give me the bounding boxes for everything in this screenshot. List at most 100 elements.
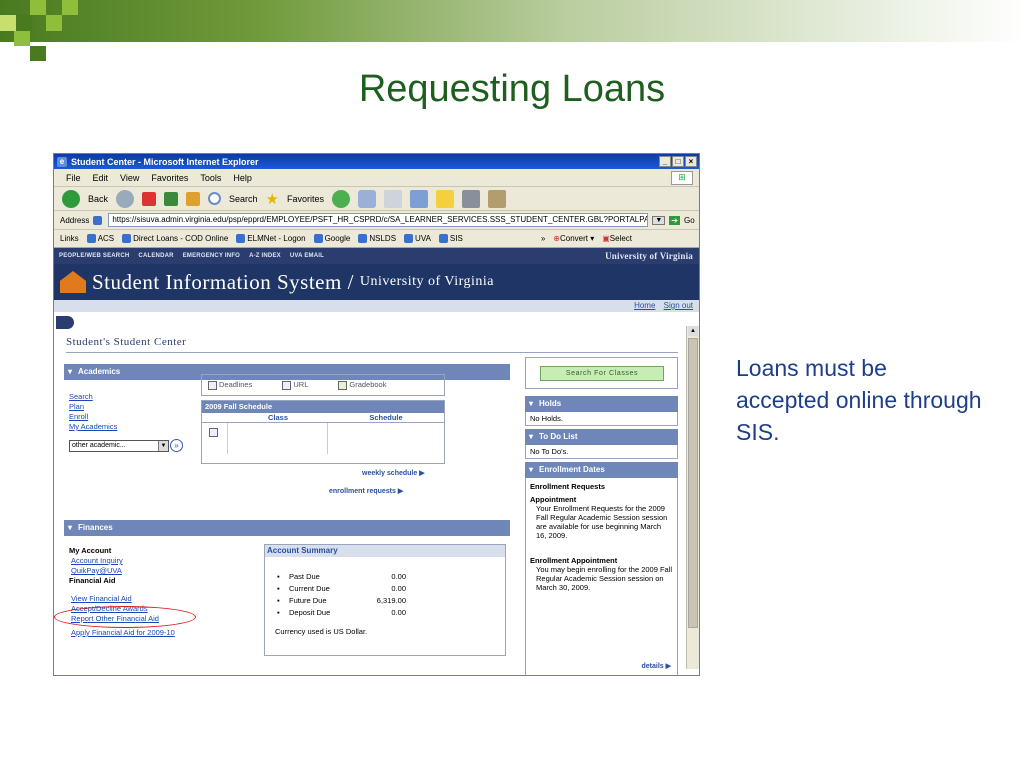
signout-link[interactable]: Sign out <box>664 301 693 310</box>
close-button[interactable]: × <box>685 156 697 167</box>
sis-title: Student Information System / <box>92 269 354 294</box>
discuss-icon[interactable] <box>436 189 455 208</box>
link-direct-loans[interactable]: Direct Loans - COD Online <box>122 234 228 244</box>
go-arrow-icon[interactable]: ➔ <box>669 215 680 225</box>
apply-financial-aid-link[interactable]: Apply Financial Aid for 2009-10 <box>71 628 175 638</box>
menu-file[interactable]: File <box>66 173 81 183</box>
summary-value: 0.00 <box>391 572 406 581</box>
holds-header[interactable]: Holds <box>525 396 678 412</box>
page-icon <box>93 215 103 225</box>
menu-tools[interactable]: Tools <box>200 173 221 183</box>
go-icon[interactable]: » <box>170 439 183 452</box>
account-inquiry-link[interactable]: Account Inquiry <box>71 556 175 566</box>
todo-header[interactable]: To Do List <box>525 429 678 445</box>
enroll-link[interactable]: Enroll <box>69 412 117 422</box>
links-label: Links <box>60 234 79 243</box>
select-button[interactable]: ▣Select <box>602 234 632 243</box>
search-classes-button[interactable]: Search For Classes <box>540 366 664 381</box>
decor-square <box>46 15 62 31</box>
convert-button[interactable]: ⊕Convert ▾ <box>553 234 594 243</box>
finances-header[interactable]: Finances <box>64 520 510 536</box>
minimize-button[interactable]: _ <box>659 156 671 167</box>
schedule-row-icon[interactable] <box>202 423 228 454</box>
class-cell <box>228 423 328 454</box>
summary-label: Future Due <box>289 596 327 605</box>
favorites-button[interactable]: Favorites <box>287 194 324 204</box>
nav-uva-email[interactable]: UVA EMAIL <box>290 253 324 259</box>
enrollment-dates-header[interactable]: Enrollment Dates <box>525 462 678 478</box>
sis-top-nav: PEOPLE/WEB SEARCH CALENDAR EMERGENCY INF… <box>54 248 699 264</box>
details-link[interactable]: details ▶ <box>641 662 671 671</box>
slide-header-bar <box>0 0 1024 42</box>
link-icon <box>122 234 132 244</box>
enrollment-requests-link[interactable]: enrollment requests ▶ <box>329 487 403 495</box>
link-nslds[interactable]: NSLDS <box>358 233 397 244</box>
nav-emergency-info[interactable]: EMERGENCY INFO <box>183 253 240 259</box>
favorites-star-icon[interactable]: ★ <box>266 190 279 208</box>
link-icon <box>404 234 414 244</box>
vertical-scrollbar[interactable]: ▲ <box>686 326 699 669</box>
currency-note: Currency used is US Dollar. <box>275 627 368 636</box>
tab-label: URL <box>293 380 309 390</box>
search-icon[interactable] <box>208 192 222 205</box>
plan-link[interactable]: Plan <box>69 402 117 412</box>
weekly-schedule-link[interactable]: weekly schedule ▶ <box>362 469 425 477</box>
nav-people-search[interactable]: PEOPLE/WEB SEARCH <box>59 253 129 259</box>
deadlines-icon <box>208 380 217 390</box>
history-icon[interactable] <box>332 189 351 208</box>
research-icon[interactable] <box>488 189 507 208</box>
menu-view[interactable]: View <box>120 173 139 183</box>
back-icon[interactable] <box>62 189 80 208</box>
other-academic-select[interactable]: other academic... ▼ <box>69 440 169 452</box>
maximize-button[interactable]: □ <box>672 156 684 167</box>
stop-icon[interactable] <box>142 191 157 206</box>
address-input[interactable]: https://sisuva.admin.virginia.edu/psp/ep… <box>108 213 649 227</box>
decor-square <box>62 0 78 15</box>
scroll-up-icon[interactable]: ▲ <box>688 326 698 336</box>
links-overflow-icon[interactable]: » <box>541 234 545 243</box>
select-value: other academic... <box>72 442 126 449</box>
schedule-table: 2009 Fall Schedule Class Schedule <box>201 400 445 464</box>
search-link[interactable]: Search <box>69 392 117 402</box>
sis-banner-univ: University of Virginia <box>359 274 494 289</box>
my-academics-link[interactable]: My Academics <box>69 422 117 432</box>
search-classes-box: Search For Classes <box>525 357 678 389</box>
summary-label: Past Due <box>289 572 320 581</box>
search-button[interactable]: Search <box>229 194 258 204</box>
tab-url[interactable]: URL <box>282 380 308 390</box>
nav-calendar[interactable]: CALENDAR <box>138 253 173 259</box>
schedule-row <box>202 423 444 454</box>
home-link[interactable]: Home <box>634 301 655 310</box>
menu-favorites[interactable]: Favorites <box>151 173 188 183</box>
quikpay-link[interactable]: QuikPay@UVA <box>71 566 175 576</box>
go-button[interactable]: Go <box>684 216 695 225</box>
link-google[interactable]: Google <box>313 234 350 244</box>
link-label: NSLDS <box>369 233 397 243</box>
tab-deadlines[interactable]: Deadlines <box>208 380 252 390</box>
link-elmnet[interactable]: ELMNet - Logon <box>236 234 306 244</box>
back-button[interactable]: Back <box>88 194 108 204</box>
scroll-thumb[interactable] <box>688 338 698 628</box>
mail-icon[interactable] <box>358 189 377 208</box>
forward-icon[interactable] <box>116 189 135 208</box>
menu-help[interactable]: Help <box>233 173 252 183</box>
home-icon[interactable] <box>186 191 201 206</box>
gradebook-icon <box>338 380 348 390</box>
nav-az-index[interactable]: A-Z INDEX <box>249 253 281 259</box>
windows-logo-icon: ⊞ <box>671 171 693 185</box>
link-sis[interactable]: SIS <box>438 234 463 244</box>
print-icon[interactable] <box>384 189 403 208</box>
menu-edit[interactable]: Edit <box>93 173 109 183</box>
academics-tabs: Deadlines URL Gradebook <box>201 374 445 396</box>
refresh-icon[interactable] <box>164 191 179 206</box>
rotunda-logo-icon <box>60 271 86 293</box>
address-dropdown-icon[interactable]: ▼ <box>652 215 666 225</box>
calendar-icon <box>209 428 218 437</box>
view-financial-aid-link[interactable]: View Financial Aid <box>71 594 175 604</box>
link-acs[interactable]: ACS <box>86 234 114 244</box>
collapse-menu-icon[interactable] <box>56 316 74 329</box>
edit-icon[interactable] <box>410 189 429 208</box>
link-uva[interactable]: UVA <box>404 234 431 244</box>
tab-gradebook[interactable]: Gradebook <box>338 380 386 390</box>
messenger-icon[interactable] <box>462 189 481 208</box>
